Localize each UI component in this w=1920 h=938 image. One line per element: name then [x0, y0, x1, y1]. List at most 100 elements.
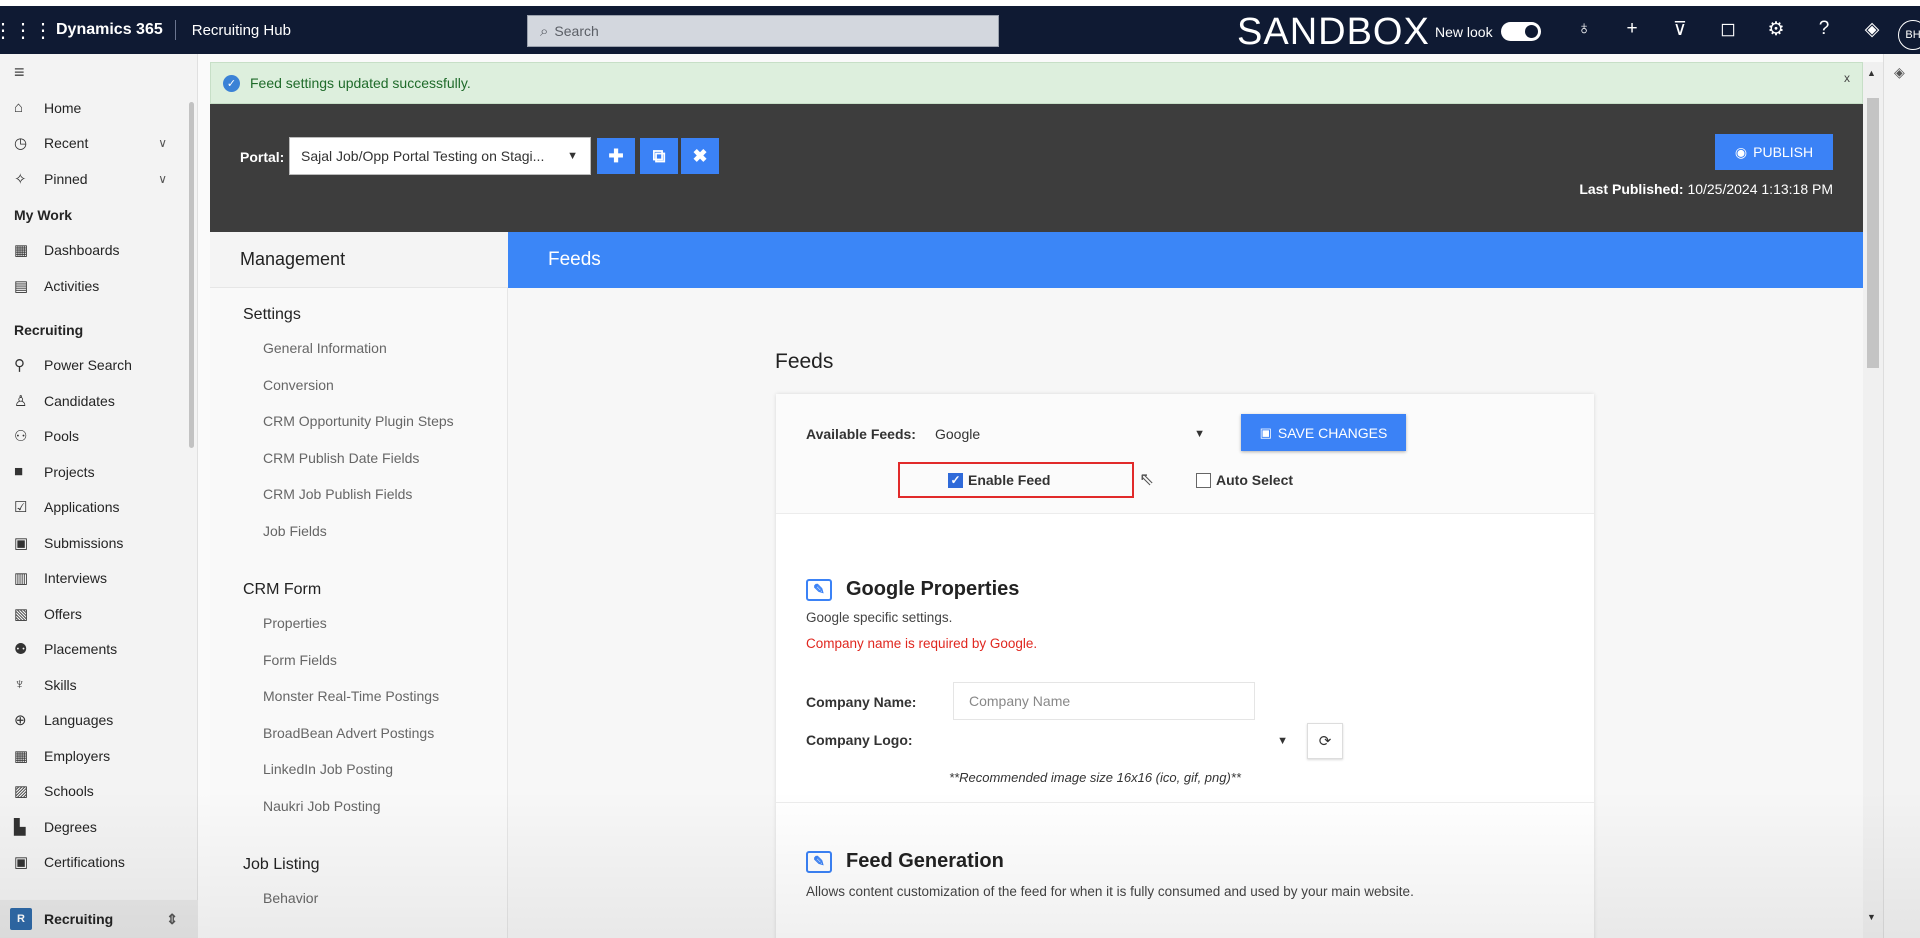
- scroll-thumb[interactable]: [1867, 98, 1879, 368]
- company-logo-select[interactable]: ▼: [953, 722, 1306, 760]
- scroll-down-icon[interactable]: ▼: [1867, 912, 1876, 922]
- feeds-header: Feeds: [508, 232, 1863, 288]
- enable-feed-checkbox[interactable]: ✓ Enable Feed: [948, 472, 1050, 488]
- feed-generation-description: Allows content customization of the feed…: [806, 884, 1414, 899]
- nav-item-submissions[interactable]: ▣ Submissions: [0, 525, 197, 561]
- menu-item[interactable]: CRM Opportunity Plugin Steps: [210, 403, 507, 440]
- lightbulb-icon[interactable]: ♁: [1560, 18, 1608, 41]
- close-icon[interactable]: x: [1844, 71, 1850, 85]
- calendar-icon: ▥: [14, 570, 29, 588]
- delete-portal-button[interactable]: ✖: [681, 138, 719, 174]
- portal-selected: Sajal Job/Opp Portal Testing on Stagi...: [301, 148, 545, 164]
- nav-item-pools[interactable]: ⚇ Pools: [0, 419, 197, 455]
- caret-down-icon: ▼: [1277, 735, 1288, 747]
- clipboard-icon: ▤: [14, 277, 29, 295]
- menu-item[interactable]: Job Fields: [210, 513, 507, 550]
- plus-icon: ✚: [608, 145, 624, 166]
- menu-item[interactable]: Conversion: [210, 367, 507, 404]
- hamburger-icon[interactable]: ≡: [0, 54, 197, 90]
- menu-item[interactable]: LinkedIn Job Posting: [210, 751, 507, 788]
- help-icon[interactable]: ?: [1800, 18, 1848, 41]
- feed-generation-title: ✎ Feed Generation: [806, 850, 1004, 873]
- toggle-switch[interactable]: [1500, 22, 1541, 41]
- menu-item[interactable]: CRM Publish Date Fields: [210, 440, 507, 477]
- global-search[interactable]: ⌕ Search: [527, 15, 999, 47]
- refresh-icon: ⟳: [1318, 733, 1332, 750]
- logo-size-note: **Recommended image size 16x16 (ico, gif…: [949, 770, 1241, 785]
- copy-portal-button[interactable]: ⧉: [640, 138, 678, 174]
- menu-item[interactable]: General Information: [210, 330, 507, 367]
- hub-name[interactable]: Recruiting Hub: [176, 22, 506, 39]
- dashboard-icon: ▦: [14, 242, 29, 260]
- nav-item-pinned[interactable]: ✧ Pinned ∨: [0, 161, 197, 197]
- notification-text: Feed settings updated successfully.: [250, 75, 471, 91]
- save-changes-button[interactable]: ▣ SAVE CHANGES: [1241, 414, 1406, 451]
- last-published: Last Published: 10/25/2024 1:13:18 PM: [1579, 181, 1833, 197]
- nav-item-certifications[interactable]: ▣ Certifications: [0, 845, 197, 881]
- company-name-label: Company Name:: [806, 694, 917, 710]
- new-look-toggle[interactable]: New look: [1435, 22, 1541, 41]
- menu-item[interactable]: Form Fields: [210, 642, 507, 679]
- environment-label: SANDBOX: [1237, 11, 1430, 53]
- nav-item-placements[interactable]: ⚉ Placements: [0, 632, 197, 668]
- main-scrollbar[interactable]: ▲ ▼: [1863, 62, 1883, 938]
- available-feeds-select[interactable]: Google ▼: [925, 416, 1217, 452]
- caret-down-icon: ▼: [1194, 428, 1205, 440]
- copilot-icon[interactable]: ◈: [1894, 64, 1905, 81]
- nav-item-power-search[interactable]: ⚲ Power Search: [0, 348, 197, 384]
- nav-item-candidates[interactable]: ♙ Candidates: [0, 383, 197, 419]
- add-portal-button[interactable]: ✚: [597, 138, 635, 174]
- scroll-up-icon[interactable]: ▲: [1867, 68, 1876, 78]
- menu-item[interactable]: Monster Real-Time Postings: [210, 678, 507, 715]
- management-menu: Settings General Information Conversion …: [210, 288, 508, 938]
- home-icon: ⌂: [14, 99, 24, 117]
- nav-item-home[interactable]: ⌂ Home: [0, 90, 197, 126]
- avatar[interactable]: BH: [1898, 20, 1920, 50]
- filter-icon[interactable]: ⊽: [1656, 18, 1704, 41]
- menu-section-crm-form: CRM Form: [243, 581, 322, 598]
- copilot-icon[interactable]: ◈: [1848, 18, 1896, 41]
- nav-item-schools[interactable]: ▨ Schools: [0, 774, 197, 810]
- nav-item-recent[interactable]: ◷ Recent ∨: [0, 126, 197, 162]
- menu-item[interactable]: Naukri Job Posting: [210, 788, 507, 825]
- pin-icon: ✧: [14, 170, 27, 188]
- menu-item[interactable]: BroadBean Advert Postings: [210, 715, 507, 752]
- search-icon: ⌕: [540, 22, 549, 40]
- menu-section-settings: Settings: [243, 306, 301, 323]
- checkbox-checked[interactable]: ✓: [948, 472, 963, 488]
- nav-item-interviews[interactable]: ▥ Interviews: [0, 561, 197, 597]
- nav-item-dashboards[interactable]: ▦ Dashboards: [0, 233, 197, 269]
- abc-icon: ▨: [14, 783, 29, 801]
- refresh-button[interactable]: ⟳: [1307, 723, 1343, 759]
- plus-icon[interactable]: +: [1608, 18, 1656, 41]
- main-area: ✓ Feed settings updated successfully. x …: [210, 62, 1863, 938]
- group-icon: ⚇: [14, 428, 28, 446]
- nav-item-employers[interactable]: ▦ Employers: [0, 738, 197, 774]
- auto-select-checkbox[interactable]: Auto Select: [1196, 472, 1293, 488]
- gear-icon[interactable]: ⚙: [1752, 18, 1800, 41]
- nav-group-my-work: My Work: [14, 206, 73, 223]
- nav-item-languages[interactable]: ⊕ Languages: [0, 703, 197, 739]
- nav-item-offers[interactable]: ▧ Offers: [0, 596, 197, 632]
- menu-item[interactable]: Properties: [210, 605, 507, 642]
- publish-button[interactable]: ◉ PUBLISH: [1715, 134, 1833, 170]
- app-launcher-icon[interactable]: ⋮⋮⋮: [0, 6, 53, 54]
- nav-item-projects[interactable]: ■ Projects: [0, 454, 197, 490]
- nav-item-skills[interactable]: ♆ Skills: [0, 667, 197, 703]
- edit-icon: ✎: [806, 850, 832, 873]
- nav-item-activities[interactable]: ▤ Activities: [0, 268, 197, 304]
- google-error: Company name is required by Google.: [806, 636, 1038, 651]
- nav-scrollbar[interactable]: [189, 102, 194, 448]
- card-icon: ▣: [14, 534, 29, 552]
- menu-item[interactable]: CRM Job Publish Fields: [210, 476, 507, 513]
- company-name-input[interactable]: Company Name: [953, 682, 1255, 720]
- portal-select[interactable]: Sajal Job/Opp Portal Testing on Stagi...…: [289, 137, 591, 175]
- nav-item-applications[interactable]: ☑ Applications: [0, 490, 197, 526]
- checkbox-unchecked[interactable]: [1196, 472, 1211, 488]
- nav-item-degrees[interactable]: ▙ Degrees: [0, 809, 197, 845]
- bell-icon[interactable]: ◻: [1704, 18, 1752, 41]
- menu-item[interactable]: Behavior: [210, 880, 507, 917]
- app-name[interactable]: Dynamics 365: [46, 20, 176, 40]
- area-switcher[interactable]: R Recruiting ⇕: [0, 900, 198, 938]
- available-feeds-label: Available Feeds:: [806, 426, 916, 442]
